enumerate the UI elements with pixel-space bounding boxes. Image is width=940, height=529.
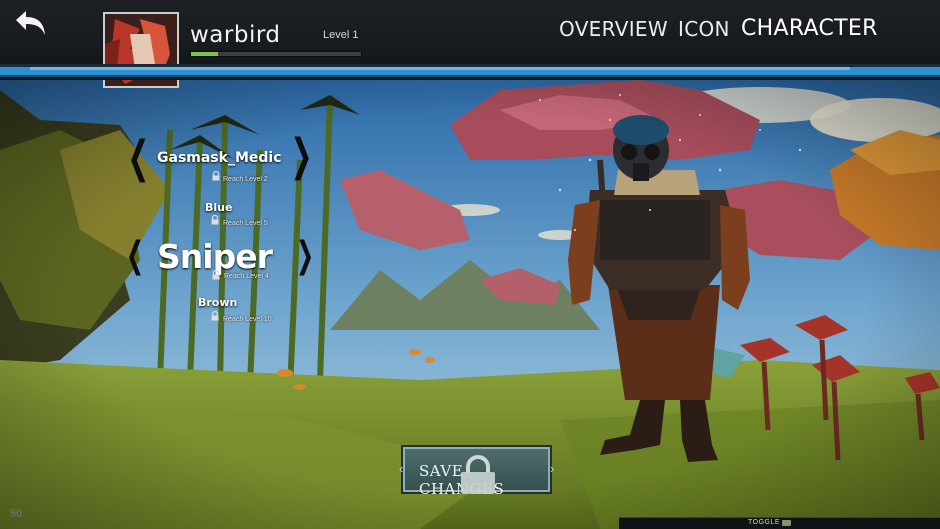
tab-overview[interactable]: OVERVIEW	[559, 17, 668, 41]
chevron-right-icon: ❯	[290, 130, 313, 181]
player-level: Level 1	[323, 29, 359, 41]
back-arrow-icon	[16, 11, 45, 35]
skin-name: Gasmask_Medic	[157, 150, 282, 166]
skin-requirement: Reach Level 2	[223, 176, 268, 183]
padlock-icon	[212, 171, 220, 181]
header-strip-gloss	[30, 67, 850, 70]
chevron-right-icon: ›	[550, 461, 555, 476]
padlock-icon	[211, 215, 219, 225]
next-skin-button-selected[interactable]: ❯	[296, 235, 314, 276]
skin-requirement: Reach Level 5	[223, 220, 268, 227]
chat-icon	[782, 520, 791, 526]
xp-progress-bar	[190, 51, 362, 57]
xp-progress-fill	[191, 52, 219, 56]
fps-counter: 50	[10, 508, 23, 520]
player-name: warbird	[190, 22, 281, 48]
padlock-icon	[461, 455, 495, 494]
tab-character[interactable]: CHARACTER	[741, 16, 878, 41]
skin-requirement: Reach Level 10	[223, 316, 272, 323]
chevron-left-icon: ‹	[399, 461, 404, 476]
prev-skin-button-selected[interactable]: ❮	[126, 235, 144, 276]
skin-name: Brown	[198, 296, 238, 309]
tab-icon[interactable]: ICON	[678, 17, 730, 41]
back-button[interactable]	[10, 8, 50, 38]
toggle-bar[interactable]: TOGGLE	[619, 517, 940, 529]
toggle-label: TOGGLE	[748, 519, 781, 526]
chevron-left-icon: ❮	[127, 132, 150, 183]
next-skin-button[interactable]: ❯	[290, 130, 312, 181]
skin-name: Blue	[205, 201, 233, 214]
padlock-icon	[211, 311, 219, 321]
skin-requirement: Reach Level 4	[224, 273, 269, 280]
prev-skin-button[interactable]: ❮	[127, 132, 149, 183]
save-changes-button[interactable]: ‹ SAVE CHANGES ›	[399, 447, 554, 498]
chevron-left-icon: ❮	[126, 235, 145, 276]
chevron-right-icon: ❯	[296, 235, 315, 276]
padlock-icon	[212, 270, 220, 280]
